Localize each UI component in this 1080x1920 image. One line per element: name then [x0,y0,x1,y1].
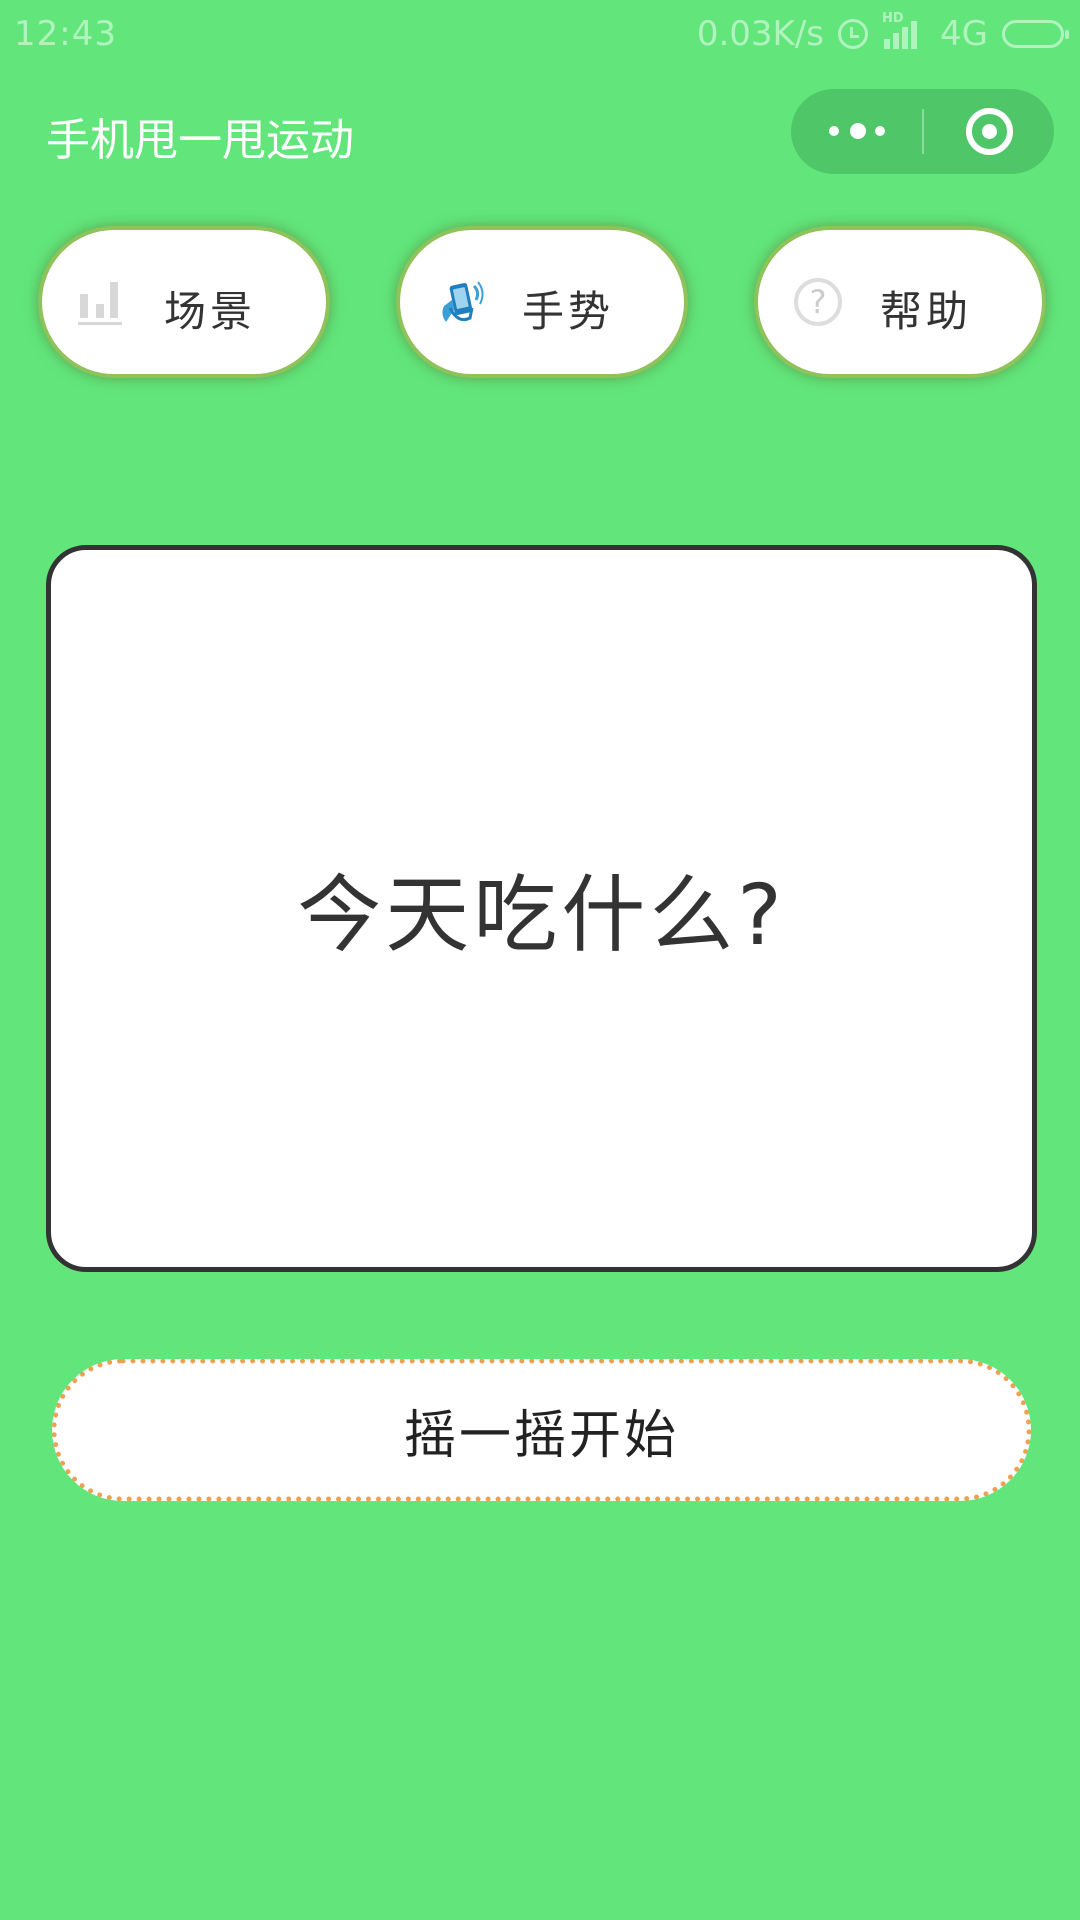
status-bar: 12:43 0.03K/s HD 4G [0,0,1080,70]
target-icon[interactable] [966,108,1013,155]
status-time: 12:43 [14,14,117,54]
tab-gesture[interactable]: 手势 [396,226,688,378]
alarm-icon [838,19,869,49]
bar-chart-icon [78,282,122,325]
network-speed: 0.03K/s [696,14,825,54]
tab-label-gesture: 手势 [522,287,615,336]
signal-icon: HD [882,11,926,51]
hand-phone-icon [442,281,484,322]
page-title: 手机甩一甩运动 [46,115,354,166]
tab-label-help: 帮助 [880,287,973,336]
mini-program-capsule [791,89,1054,174]
start-button-label: 摇一摇开始 [403,1405,679,1466]
capsule-divider [922,109,924,154]
tab-help[interactable]: ? 帮助 [754,226,1046,378]
network-type: 4G [940,14,988,54]
tab-label-scene: 场景 [164,287,257,336]
status-indicators: 0.03K/s HD 4G [696,11,1069,54]
hd-label: HD [882,11,904,26]
result-card: 今天吃什么? [46,545,1037,1272]
battery-icon [1002,20,1069,48]
tab-scene[interactable]: 场景 [38,226,330,378]
card-text: 今天吃什么? [297,866,786,964]
help-icon: ? [794,278,842,326]
more-icon[interactable] [829,119,887,144]
shake-start-button[interactable]: 摇一摇开始 [52,1359,1031,1501]
